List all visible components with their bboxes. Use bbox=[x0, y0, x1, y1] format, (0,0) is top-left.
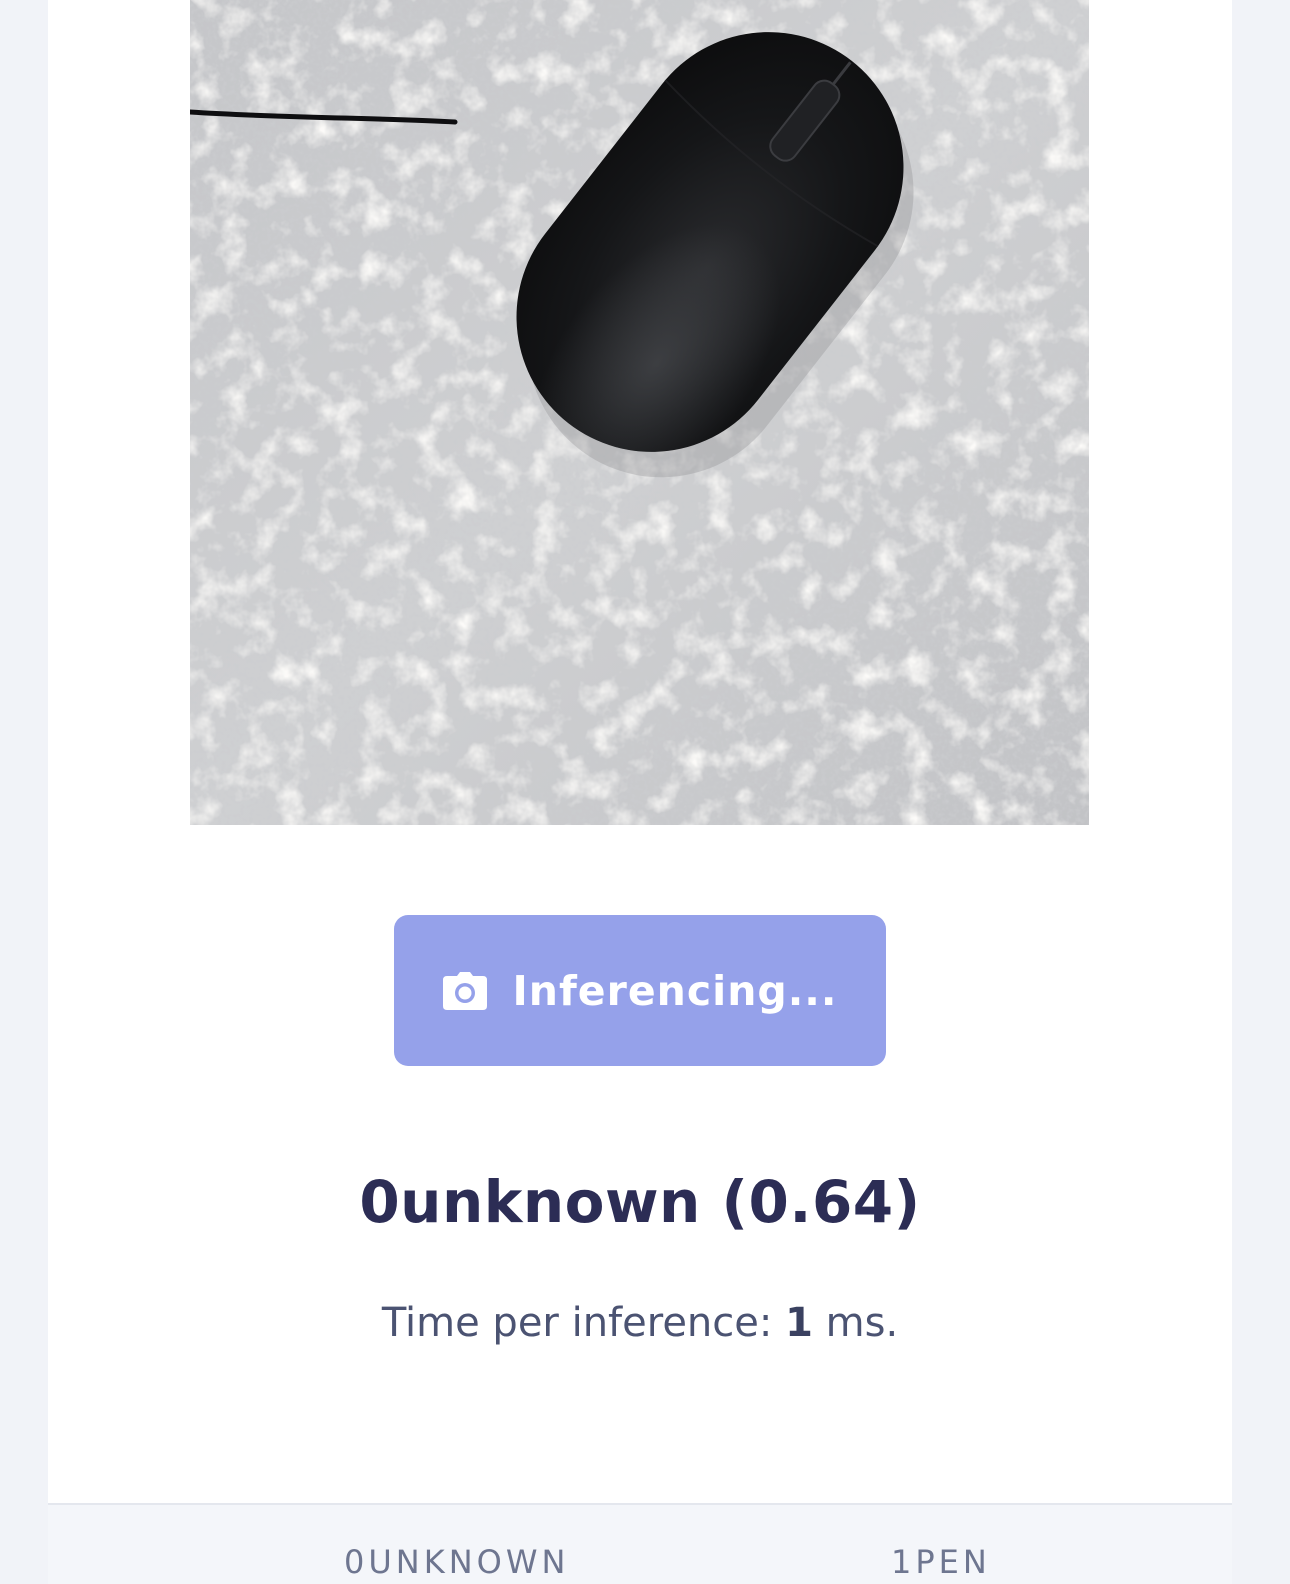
table-header-unknown: 0UNKNOWN bbox=[344, 1543, 570, 1581]
table-header-pen: 1PEN bbox=[891, 1543, 991, 1581]
class-table-header: 0UNKNOWN 1PEN bbox=[48, 1503, 1232, 1584]
inference-time-value: 1 bbox=[785, 1300, 813, 1346]
inference-time-suffix: ms. bbox=[812, 1300, 899, 1346]
inference-time-prefix: Time per inference: bbox=[381, 1300, 786, 1346]
inference-button[interactable]: Inferencing... bbox=[394, 915, 886, 1066]
camera-preview bbox=[190, 0, 1089, 825]
prediction-result: 0unknown (0.64) bbox=[359, 1168, 921, 1236]
inference-button-label: Inferencing... bbox=[512, 966, 838, 1015]
camera-icon bbox=[442, 971, 487, 1010]
classifier-card: Inferencing... 0unknown (0.64) Time per … bbox=[48, 0, 1232, 1584]
inference-time: Time per inference: 1 ms. bbox=[48, 1300, 1232, 1346]
